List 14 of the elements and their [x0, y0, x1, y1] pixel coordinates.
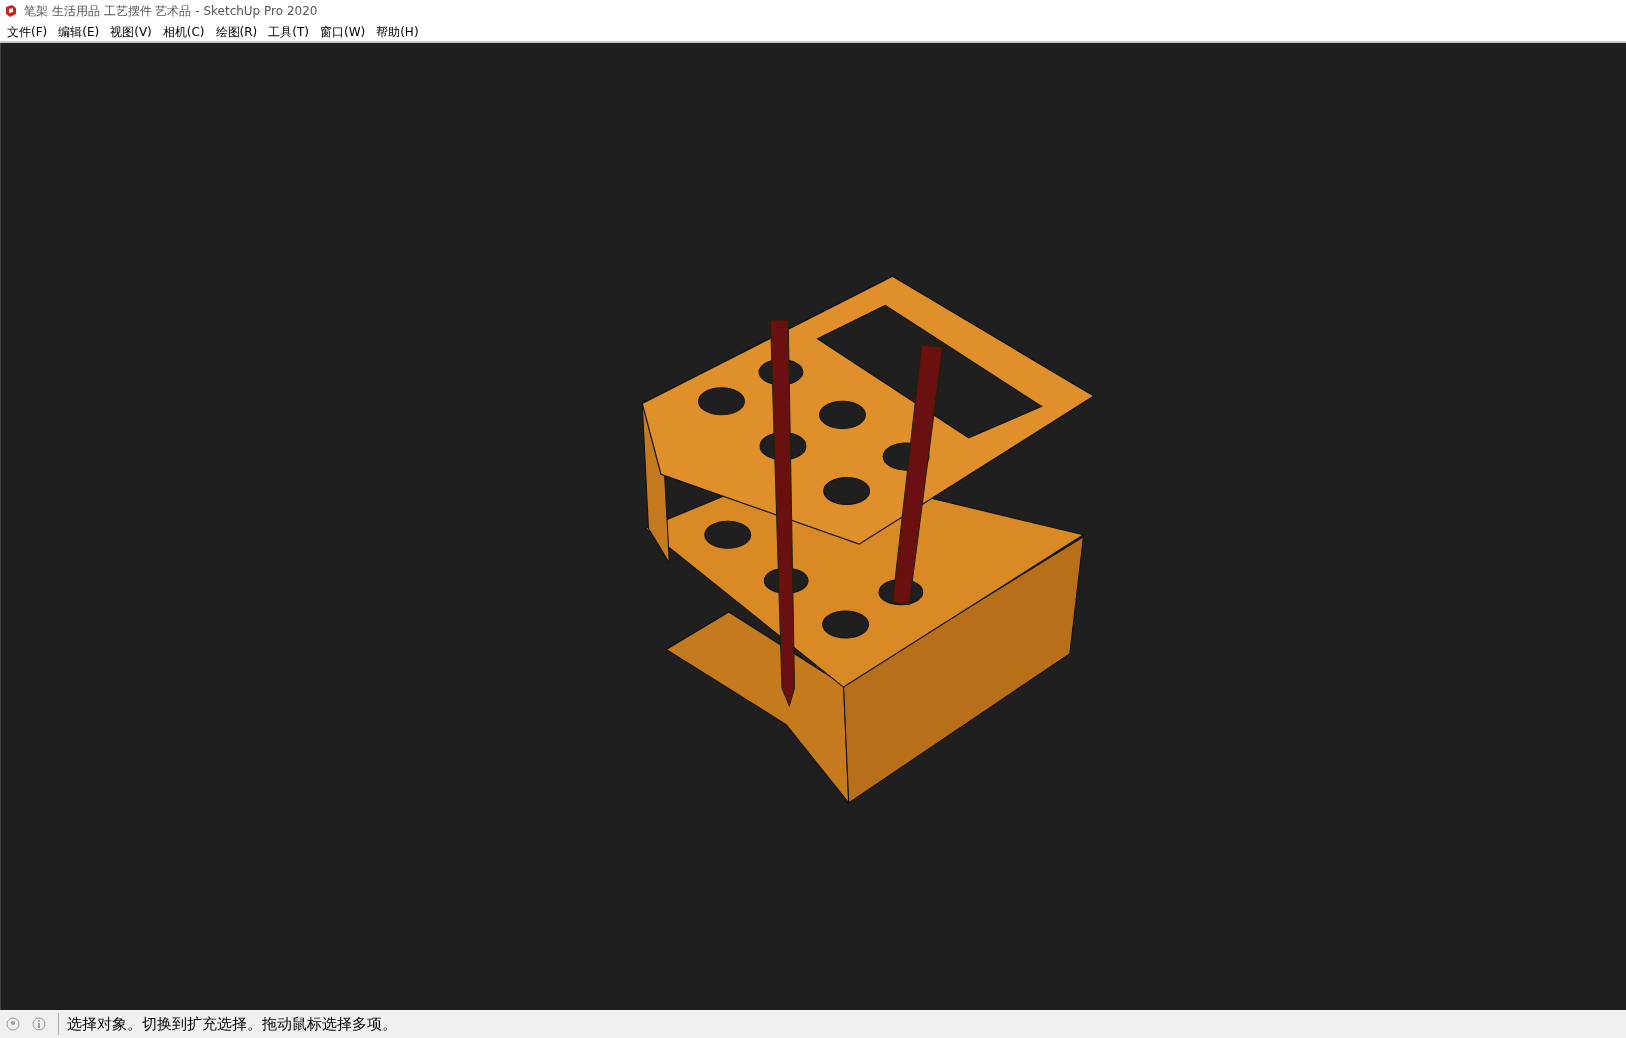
status-message: 选择对象。切换到扩充选择。拖动鼠标选择多项。 — [58, 1012, 397, 1036]
menu-item[interactable]: 编辑(E) — [53, 22, 105, 41]
menu-item[interactable]: 帮助(H) — [371, 22, 424, 41]
info-icon[interactable] — [32, 1017, 46, 1031]
window-title: 笔架 生活用品 工艺摆件 艺术品 - SketchUp Pro 2020 — [24, 3, 318, 20]
menu-item[interactable]: 工具(T) — [263, 22, 314, 41]
geo-location-icon[interactable] — [6, 1017, 20, 1031]
menu-item[interactable]: 相机(C) — [157, 22, 210, 41]
menu-item[interactable]: 文件(F) — [2, 22, 53, 41]
menu-item[interactable]: 窗口(W) — [314, 22, 371, 41]
3d-viewport[interactable] — [0, 43, 1626, 1010]
menu-item[interactable]: 视图(V) — [105, 22, 157, 41]
app-logo-icon — [4, 4, 18, 18]
menu-item[interactable]: 绘图(R) — [210, 22, 263, 41]
